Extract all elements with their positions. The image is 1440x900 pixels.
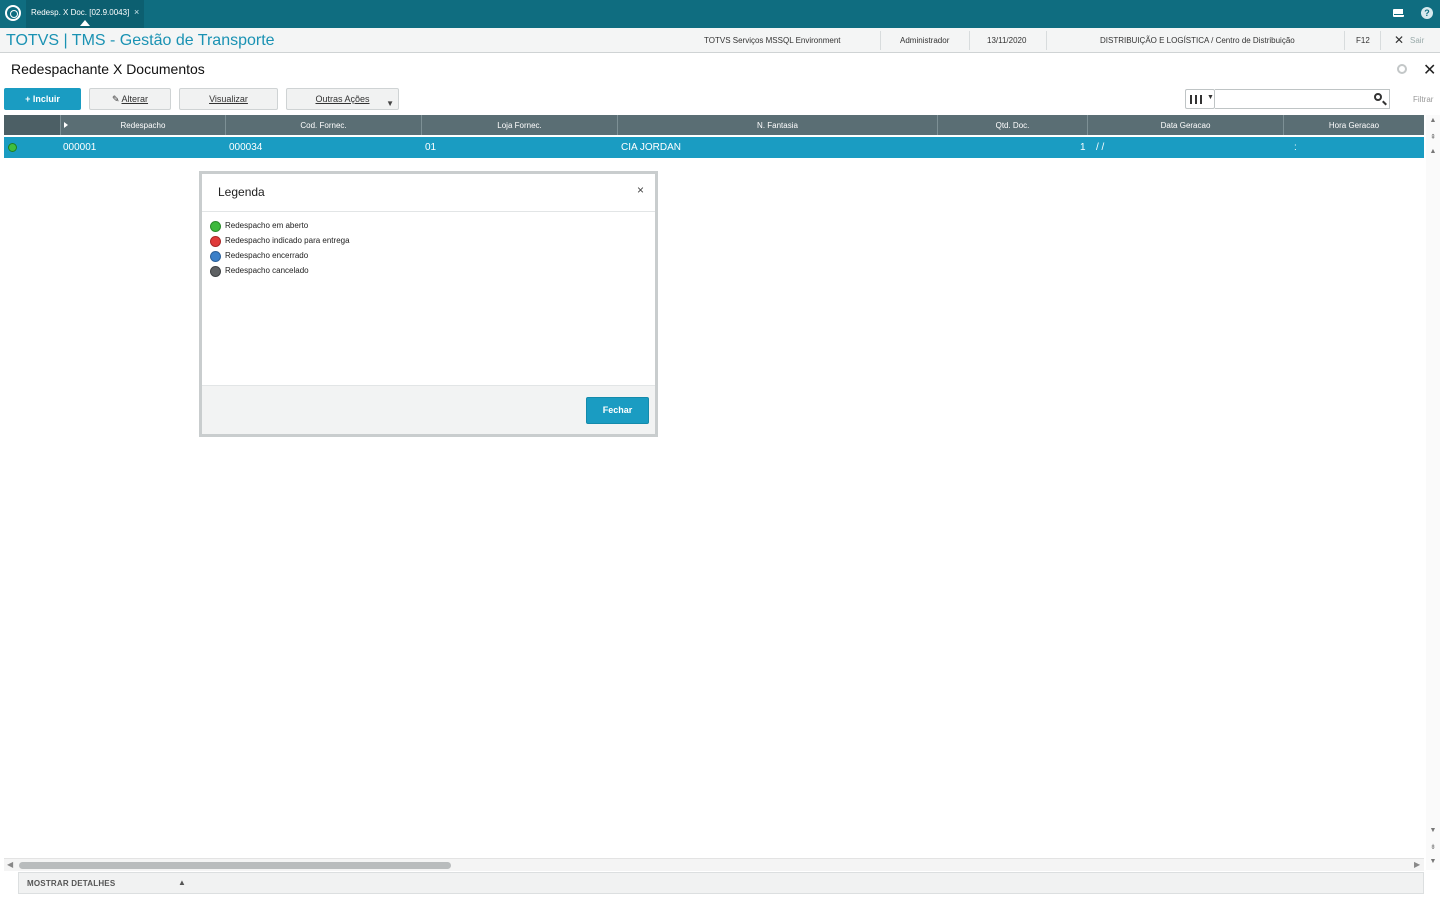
header-divider xyxy=(1046,31,1047,50)
vertical-scrollbar[interactable]: ▲ ⇞ ▲ ▼ ⇟ ▼ xyxy=(1426,115,1440,870)
top-tab-bar: Redesp. X Doc. [02.9.0043] × ? xyxy=(0,0,1440,28)
scroll-left-icon[interactable]: ◀ xyxy=(7,860,13,869)
outras-acoes-label: Outras Ações xyxy=(315,94,370,104)
tab-redespacho-documentos[interactable]: Redesp. X Doc. [02.9.0043] × xyxy=(26,0,144,28)
column-header-loja-fornec[interactable]: Loja Fornec. xyxy=(422,115,618,135)
horizontal-scroll-thumb[interactable] xyxy=(19,862,451,869)
search-icon[interactable] xyxy=(1374,93,1382,101)
status-red-icon xyxy=(210,236,221,247)
totvs-logo-icon[interactable] xyxy=(5,5,21,21)
gear-icon[interactable] xyxy=(1397,64,1407,74)
header-divider xyxy=(1344,31,1345,50)
legend-item-label: Redespacho indicado para entrega xyxy=(225,236,350,245)
dialog-title: Legenda xyxy=(218,185,265,199)
f12-shortcut[interactable]: F12 xyxy=(1356,36,1370,45)
grid-header: Redespacho Cod. Fornec. Loja Fornec. N. … xyxy=(4,115,1424,135)
column-header-n-fantasia[interactable]: N. Fantasia xyxy=(618,115,938,135)
mail-icon[interactable] xyxy=(1393,9,1404,17)
column-header-data-geracao[interactable]: Data Geracao xyxy=(1088,115,1284,135)
status-blue-icon xyxy=(210,251,221,262)
status-green-icon xyxy=(8,143,17,152)
user-label: Administrador xyxy=(900,36,950,45)
scroll-down-icon[interactable]: ▼ xyxy=(1426,827,1440,834)
branch-label: DISTRIBUIÇÃO E LOGÍSTICA / Centro de Dis… xyxy=(1100,36,1295,45)
chevron-down-icon: ▼ xyxy=(1207,94,1214,101)
fechar-button[interactable]: Fechar xyxy=(586,397,649,424)
cell-qtd-doc: 1 xyxy=(1080,142,1086,153)
visualizar-label: Visualizar xyxy=(209,94,248,104)
cell-loja-fornec: 01 xyxy=(425,142,437,153)
header-divider xyxy=(880,31,881,50)
search-input[interactable] xyxy=(1215,89,1390,109)
cell-redespacho: 000001 xyxy=(63,142,97,153)
date-label: 13/11/2020 xyxy=(987,36,1027,45)
environment-label: TOTVS Serviços MSSQL Environment xyxy=(704,36,841,45)
horizontal-scrollbar[interactable]: ◀ ▶ xyxy=(4,858,1424,871)
column-header-cod-fornec[interactable]: Cod. Fornec. xyxy=(226,115,422,135)
close-icon[interactable]: ✕ xyxy=(1423,60,1436,80)
cell-cod-fornec: 000034 xyxy=(229,142,263,153)
outras-acoes-button[interactable]: Outras Ações ▼ xyxy=(286,88,399,110)
column-selector-button[interactable]: ▼ xyxy=(1185,89,1215,109)
status-gray-icon xyxy=(210,266,221,277)
cell-data-geracao: / / xyxy=(1096,142,1105,153)
legend-item-label: Redespacho em aberto xyxy=(225,221,309,230)
show-details-bar[interactable]: MOSTRAR DETALHES ▲ xyxy=(18,872,1424,894)
scroll-right-icon[interactable]: ▶ xyxy=(1414,860,1420,869)
visualizar-button[interactable]: Visualizar xyxy=(179,88,278,110)
column-header-redespacho[interactable]: Redespacho xyxy=(61,115,226,135)
cell-n-fantasia: CIA JORDAN xyxy=(621,142,682,153)
scroll-page-down-icon[interactable]: ⇟ xyxy=(1426,843,1440,851)
pencil-icon: ✎ xyxy=(111,94,120,104)
exit-icon[interactable]: ✕ xyxy=(1394,33,1404,47)
column-header-hora-geracao[interactable]: Hora Geracao xyxy=(1284,115,1424,135)
status-green-icon xyxy=(210,221,221,232)
grid-header-status[interactable] xyxy=(4,115,61,135)
show-details-label: MOSTRAR DETALHES xyxy=(27,879,116,888)
header-divider xyxy=(969,31,970,50)
column-header-qtd-doc[interactable]: Qtd. Doc. xyxy=(938,115,1088,135)
chevron-down-icon: ▼ xyxy=(386,99,394,108)
alterar-label: Alterar xyxy=(121,94,149,104)
columns-icon xyxy=(1190,95,1202,104)
exit-button[interactable]: Sair xyxy=(1410,36,1424,45)
dialog-divider xyxy=(202,211,655,212)
header-divider xyxy=(1380,31,1381,50)
app-header: TOTVS | TMS - Gestão de Transporte TOTVS… xyxy=(0,28,1440,53)
cell-hora-geracao: : xyxy=(1294,142,1297,153)
tab-label: Redesp. X Doc. [02.9.0043] xyxy=(31,8,130,17)
page-title: Redespachante X Documentos xyxy=(11,61,205,77)
legend-item-label: Redespacho cancelado xyxy=(225,266,309,275)
incluir-button[interactable]: + Incluir xyxy=(4,88,81,110)
chevron-up-icon: ▲ xyxy=(178,878,186,887)
table-row[interactable]: 000001 000034 01 CIA JORDAN 1 / / : xyxy=(4,137,1424,158)
tab-close-icon[interactable]: × xyxy=(134,7,139,17)
alterar-button[interactable]: ✎ Alterar xyxy=(89,88,171,110)
tab-active-caret-icon xyxy=(80,20,90,26)
scroll-top-icon[interactable]: ▲ xyxy=(1426,148,1440,155)
scroll-up-icon[interactable]: ▲ xyxy=(1426,117,1440,124)
legend-dialog: Legenda × Redespacho em aberto Redespach… xyxy=(199,171,658,437)
scroll-bottom-icon[interactable]: ▼ xyxy=(1426,858,1440,865)
filter-button[interactable]: Filtrar xyxy=(1413,95,1433,104)
help-icon[interactable]: ? xyxy=(1421,7,1433,19)
scroll-page-up-icon[interactable]: ⇞ xyxy=(1426,133,1440,141)
dialog-footer: Fechar xyxy=(202,385,655,434)
close-icon[interactable]: × xyxy=(637,183,644,197)
legend-item-label: Redespacho encerrado xyxy=(225,251,309,260)
app-title: TOTVS | TMS - Gestão de Transporte xyxy=(6,32,275,49)
